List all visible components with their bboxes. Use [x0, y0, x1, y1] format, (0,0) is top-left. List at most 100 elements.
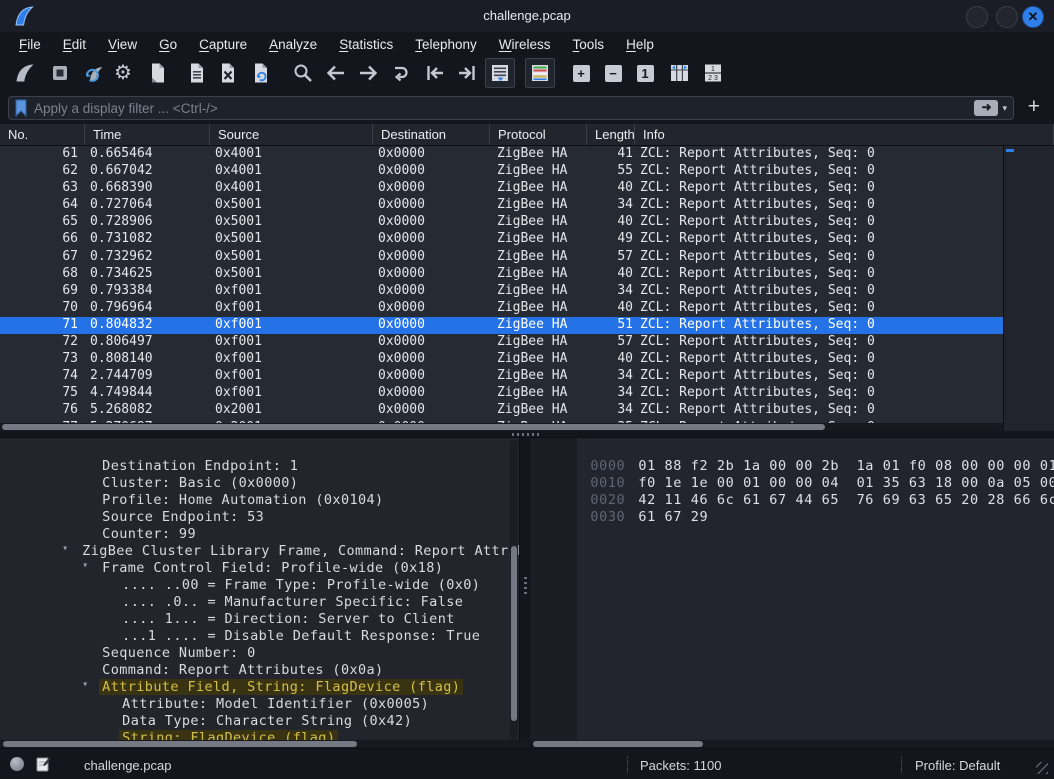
zoom-out-button[interactable]: −	[599, 59, 627, 87]
detail-line[interactable]: ▾Data Type: Character String (0x42)	[0, 697, 510, 714]
column-header-time[interactable]: Time	[85, 124, 210, 145]
details-hscrollbar[interactable]	[0, 740, 528, 748]
packet-row-70[interactable]: 700.7969640xf001 0x0000ZigBee HA40ZCL: R…	[0, 300, 1003, 317]
pane-splitter-vertical[interactable]	[524, 577, 527, 595]
packet-row-76[interactable]: 765.2680820x2001 0x0000ZigBee HA34ZCL: R…	[0, 402, 1003, 419]
statusbar-filename[interactable]: challenge.pcap	[84, 758, 171, 773]
packet-row-69[interactable]: 690.7933840xf001 0x0000ZigBee HA34ZCL: R…	[0, 283, 1003, 300]
colorize-toggle[interactable]	[525, 58, 555, 88]
capture-comment-icon[interactable]	[36, 756, 51, 772]
packet-list-scrollbar[interactable]	[1003, 146, 1054, 431]
detail-line[interactable]: ▾Destination Endpoint: 1	[0, 442, 510, 459]
scrollbar-thumb[interactable]	[2, 424, 825, 430]
close-button[interactable]: ✕	[1022, 6, 1044, 28]
go-back-button[interactable]	[322, 59, 350, 87]
zoom-in-button[interactable]: +	[567, 59, 595, 87]
packet-row-63[interactable]: 630.6683900x4001 0x0000ZigBee HA40ZCL: R…	[0, 180, 1003, 197]
packet-row-73[interactable]: 730.8081400xf001 0x0000ZigBee HA40ZCL: R…	[0, 351, 1003, 368]
packet-row-74[interactable]: 742.7447090xf001 0x0000ZigBee HA34ZCL: R…	[0, 368, 1003, 385]
expert-info-icon[interactable]	[10, 757, 24, 771]
packet-row-72[interactable]: 720.8064970xf001 0x0000ZigBee HA57ZCL: R…	[0, 334, 1003, 351]
scrollbar-thumb[interactable]	[511, 546, 517, 721]
detail-line[interactable]: ▾Attribute Field, String: FlagDevice (fl…	[0, 663, 510, 680]
packet-row-71[interactable]: 710.8048320xf001 0x0000ZigBee HA51ZCL: R…	[0, 317, 1003, 334]
menu-item-go[interactable]: Go	[148, 35, 188, 54]
column-header-protocol[interactable]: Protocol	[490, 124, 587, 145]
reload-file-button[interactable]	[247, 59, 275, 87]
detail-line[interactable]: ▾ZigBee Cluster Library Frame, Command: …	[0, 527, 510, 544]
minimize-button[interactable]	[966, 6, 988, 28]
find-packet-button[interactable]	[289, 59, 317, 87]
menu-item-statistics[interactable]: Statistics	[328, 35, 404, 54]
filter-bookmark-icon[interactable]	[14, 99, 28, 117]
detail-line[interactable]: ▾Sequence Number: 0	[0, 629, 510, 646]
stop-capture-button[interactable]	[46, 59, 74, 87]
open-file-button[interactable]	[144, 59, 172, 87]
go-forward-button[interactable]	[354, 59, 382, 87]
detail-line[interactable]: ▾Attribute: Model Identifier (0x0005)	[0, 680, 510, 697]
hex-bytes[interactable]: 61 67 29	[629, 509, 708, 525]
detail-line[interactable]: ▾Counter: 99	[0, 510, 510, 527]
column-header-length[interactable]: Length	[587, 124, 635, 145]
menu-item-capture[interactable]: Capture	[188, 35, 258, 54]
packet-row-65[interactable]: 650.7289060x5001 0x0000ZigBee HA40ZCL: R…	[0, 214, 1003, 231]
column-header-info[interactable]: Info	[635, 124, 1054, 145]
menu-item-tools[interactable]: Tools	[562, 35, 616, 54]
close-file-button[interactable]	[214, 59, 242, 87]
packet-row-62[interactable]: 620.6670420x4001 0x0000ZigBee HA55ZCL: R…	[0, 163, 1003, 180]
auto-scroll-toggle[interactable]	[485, 58, 515, 88]
start-capture-button[interactable]	[11, 59, 39, 87]
detail-line[interactable]: ▾Cluster: Basic (0x0000)	[0, 459, 510, 476]
normal-size-button[interactable]: 1	[631, 59, 659, 87]
detail-line[interactable]: ▾.... .0.. = Manufacturer Specific: Fals…	[0, 578, 510, 595]
go-first-packet-button[interactable]	[421, 59, 449, 87]
packet-row-67[interactable]: 670.7329620x5001 0x0000ZigBee HA57ZCL: R…	[0, 249, 1003, 266]
capture-options-button[interactable]: ⚙	[109, 59, 137, 87]
menu-item-telephony[interactable]: Telephony	[404, 35, 488, 54]
bytes-hscrollbar[interactable]	[533, 740, 1054, 748]
restart-capture-button[interactable]	[81, 59, 109, 87]
column-header-no[interactable]: No.	[0, 124, 85, 145]
packet-row-64[interactable]: 640.7270640x5001 0x0000ZigBee HA34ZCL: R…	[0, 197, 1003, 214]
packet-list-hscrollbar[interactable]	[0, 423, 1003, 431]
display-filter-input[interactable]	[28, 101, 974, 116]
menu-item-view[interactable]: View	[97, 35, 148, 54]
go-last-packet-button[interactable]	[453, 59, 481, 87]
menu-item-wireless[interactable]: Wireless	[488, 35, 562, 54]
packet-row-66[interactable]: 660.7310820x5001 0x0000ZigBee HA49ZCL: R…	[0, 231, 1003, 248]
filter-dropdown-caret-icon[interactable]: ▾	[1002, 103, 1007, 114]
detail-line[interactable]: ▾.... 1... = Direction: Server to Client	[0, 595, 510, 612]
menu-item-analyze[interactable]: Analyze	[258, 35, 328, 54]
menu-item-help[interactable]: Help	[615, 35, 665, 54]
maximize-button[interactable]	[996, 6, 1018, 28]
detail-line[interactable]: ▾.... ..00 = Frame Type: Profile-wide (0…	[0, 561, 510, 578]
hex-bytes[interactable]: 01 88 f2 2b 1a 00 00 2b 1a 01 f0 08 00 0…	[629, 458, 1054, 474]
statusbar-profile[interactable]: Profile: Default	[915, 758, 1000, 773]
hex-row[interactable]: 000001 88 f2 2b 1a 00 00 2b 1a 01 f0 08 …	[530, 442, 1054, 459]
column-header-destination[interactable]: Destination	[373, 124, 490, 145]
save-file-button[interactable]	[183, 59, 211, 87]
menu-item-file[interactable]: File	[8, 35, 52, 54]
hex-bytes[interactable]: f0 1e 1e 00 01 00 00 04 01 35 63 18 00 0…	[629, 475, 1054, 491]
packet-row-75[interactable]: 754.7498440xf001 0x0000ZigBee HA34ZCL: R…	[0, 385, 1003, 402]
detail-line[interactable]: ▾Command: Report Attributes (0x0a)	[0, 646, 510, 663]
column-header-source[interactable]: Source	[210, 124, 373, 145]
detail-line[interactable]: ▾Profile: Home Automation (0x0104)	[0, 476, 510, 493]
packet-row-68[interactable]: 680.7346250x5001 0x0000ZigBee HA40ZCL: R…	[0, 266, 1003, 283]
pane-splitter-horizontal[interactable]	[512, 433, 542, 436]
detail-line[interactable]: ▾String: FlagDevice (flag)	[0, 714, 510, 731]
numbered-columns-button[interactable]: 12 3	[699, 59, 727, 87]
details-vscrollbar[interactable]	[510, 440, 518, 739]
add-filter-button[interactable]: +	[1028, 94, 1040, 120]
packet-row-61[interactable]: 610.6654640x4001 0x0000ZigBee HA41ZCL: R…	[0, 146, 1003, 163]
window-resize-grip[interactable]	[1036, 762, 1048, 774]
go-to-packet-button[interactable]	[386, 59, 414, 87]
scrollbar-thumb[interactable]	[3, 741, 357, 747]
detail-line[interactable]: ▾...1 .... = Disable Default Response: T…	[0, 612, 510, 629]
detail-line[interactable]: ▾Source Endpoint: 53	[0, 493, 510, 510]
hex-bytes[interactable]: 42 11 46 6c 61 67 44 65 76 69 63 65 20 2…	[629, 492, 1054, 508]
apply-filter-button[interactable]: ➜	[974, 100, 998, 116]
detail-line[interactable]: ▾Frame Control Field: Profile-wide (0x18…	[0, 544, 510, 561]
scrollbar-thumb[interactable]	[533, 741, 703, 747]
resize-columns-button[interactable]	[665, 59, 693, 87]
